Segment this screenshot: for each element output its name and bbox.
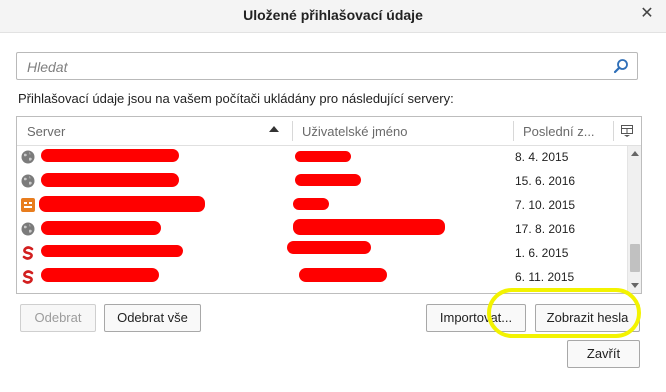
table-row[interactable]: 8. 4. 2015 [17,146,629,170]
scroll-up-arrow-icon[interactable] [631,151,639,156]
scroll-down-arrow-icon[interactable] [631,283,639,288]
highlight-annotation [487,288,641,338]
redacted-username [293,219,445,235]
sort-ascending-icon [269,126,279,132]
column-picker-icon[interactable] [621,125,633,137]
search-field[interactable] [16,52,638,80]
column-last-changed[interactable]: Poslední z... [523,124,595,139]
title-bar: Uložené přihlašovací údaje ✕ [0,0,666,33]
table-row[interactable]: 7. 10. 2015 [17,194,629,218]
globe-icon [21,174,35,188]
column-divider[interactable] [613,121,614,141]
column-username[interactable]: Uživatelské jméno [302,124,408,139]
last-changed-date: 6. 11. 2015 [515,270,575,284]
column-divider[interactable] [513,121,514,141]
redacted-username [299,268,387,282]
window-title: Uložené přihlašovací údaje [243,7,423,23]
logins-table: Server Uživatelské jméno Poslední z... 8… [16,116,642,294]
remove-button[interactable]: Odebrat [20,304,96,332]
redacted-username [293,198,329,210]
s-logo-icon [22,246,34,260]
column-divider[interactable] [292,121,293,141]
redacted-server [41,149,179,162]
s-logo-icon [22,270,34,284]
redacted-username [295,151,351,162]
scrollbar-thumb[interactable] [630,244,640,272]
close-button[interactable]: Zavřít [567,340,640,368]
last-changed-date: 15. 6. 2016 [515,174,576,188]
redacted-server [41,173,179,187]
redacted-username [295,174,361,186]
table-row[interactable]: 1. 6. 2015 [17,241,629,266]
globe-icon [21,150,35,164]
remove-all-button[interactable]: Odebrat vše [104,304,201,332]
redacted-server [41,268,159,282]
redacted-username [287,241,371,254]
column-server[interactable]: Server [27,124,65,139]
table-header: Server Uživatelské jméno Poslední z... [17,117,641,146]
last-changed-date: 8. 4. 2015 [515,150,569,164]
globe-icon [21,222,35,236]
redacted-server [41,245,183,257]
close-icon[interactable]: ✕ [638,5,656,23]
site-favicon-icon [21,198,35,212]
redacted-server [41,221,161,235]
table-row[interactable]: 15. 6. 2016 [17,170,629,194]
search-input[interactable] [25,57,609,77]
last-changed-date: 7. 10. 2015 [515,198,576,212]
table-row[interactable]: 6. 11. 2015 [17,266,629,290]
table-row[interactable]: 17. 8. 2016 [17,218,629,242]
servers-description: Přihlašovací údaje jsou na vašem počítač… [18,91,454,106]
last-changed-date: 17. 8. 2016 [515,222,576,236]
table-scrollbar[interactable] [627,146,641,293]
redacted-server [39,196,205,212]
search-icon[interactable] [613,58,629,74]
last-changed-date: 1. 6. 2015 [515,246,569,260]
